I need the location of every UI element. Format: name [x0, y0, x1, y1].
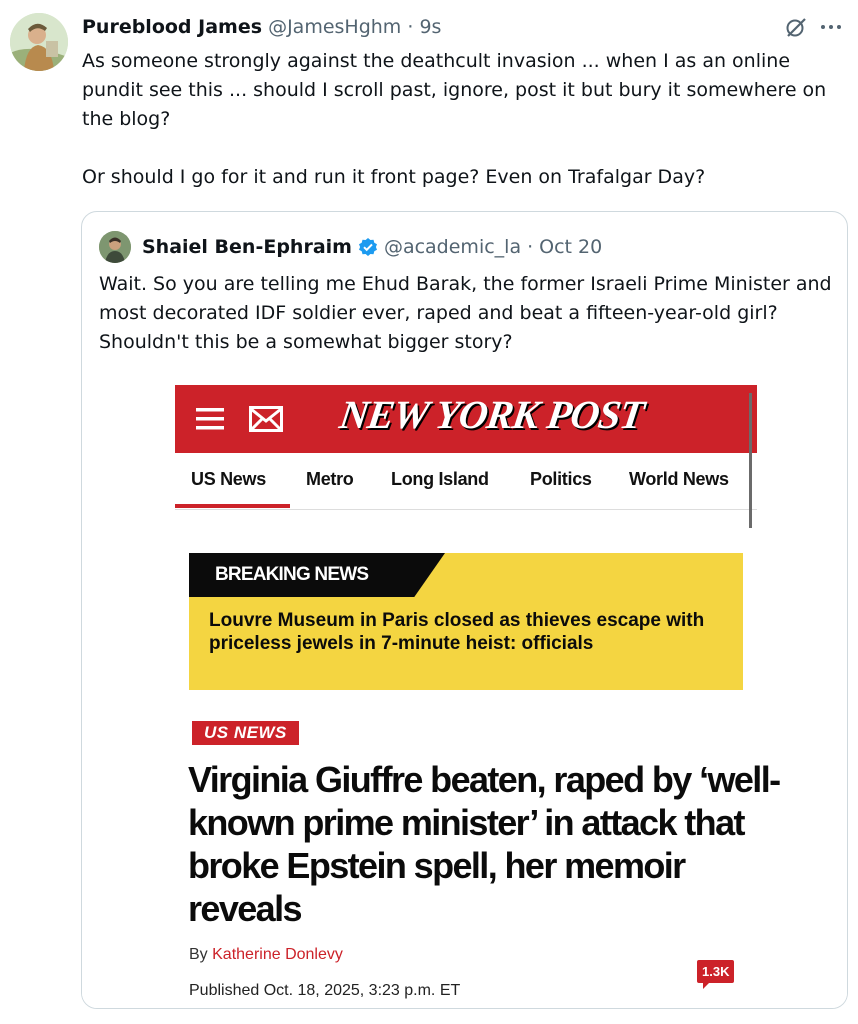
tweet-time[interactable]: 9s [419, 16, 441, 38]
hamburger-menu-icon [196, 407, 224, 435]
mail-icon [249, 406, 283, 436]
article-headline: Virginia Giuffre beaten, raped by ‘well-… [188, 759, 781, 929]
article-screenshot[interactable]: NEW YORK POST US News Metro Long Island … [82, 372, 847, 1008]
quoted-author-name[interactable]: Shaiel Ben-Ephraim [142, 233, 352, 261]
author-handle[interactable]: @JamesHghm [268, 16, 401, 38]
comment-count-badge: 1.3K [697, 960, 735, 989]
quoted-author-avatar[interactable] [99, 231, 131, 263]
byline-prefix: By [189, 946, 208, 963]
quoted-avatar-image [99, 231, 131, 263]
nav-metro: Metro [306, 469, 354, 489]
quoted-date[interactable]: Oct 20 [539, 233, 602, 261]
avatar-image [10, 13, 68, 71]
tweet-text: As someone strongly against the deathcul… [82, 50, 827, 188]
byline-author: Katherine Donlevy [212, 946, 343, 963]
quoted-tweet-card[interactable]: Shaiel Ben-Ephraim @academic_la · Oct 20… [81, 211, 848, 1009]
screenshot-scrollbar [749, 393, 752, 528]
breaking-news-label-text: BREAKING NEWS [215, 564, 369, 585]
quoted-separator: · [527, 236, 534, 258]
nav-long-island: Long Island [391, 469, 489, 489]
breaking-news-text: Louvre Museum in Paris closed as thieves… [209, 610, 705, 654]
article-published-date: Published Oct. 18, 2025, 3:23 p.m. ET [189, 982, 461, 999]
tweet-actions-top [784, 15, 842, 39]
article-byline: By Katherine Donlevy [189, 946, 343, 964]
nyp-nav: US News Metro Long Island Politics World… [175, 453, 757, 510]
grok-icon[interactable] [784, 15, 808, 39]
header-separator: · [407, 16, 414, 38]
section-tag: US NEWS [192, 721, 299, 745]
quoted-tweet-text: Wait. So you are telling me Ehud Barak, … [99, 273, 832, 353]
nyp-header-bar: NEW YORK POST [175, 385, 757, 453]
more-icon[interactable] [820, 15, 842, 39]
author-avatar[interactable] [10, 13, 68, 71]
tweet-header: Pureblood James @JamesHghm · 9s [82, 14, 441, 40]
author-name[interactable]: Pureblood James [82, 16, 262, 38]
quoted-author-handle[interactable]: @academic_la [384, 233, 521, 261]
quoted-header: Shaiel Ben-Ephraim @academic_la · Oct 20 [142, 233, 602, 261]
nav-politics: Politics [530, 469, 592, 489]
breaking-news-box: BREAKING NEWS Louvre Museum in Paris clo… [189, 553, 743, 690]
nav-us-news: US News [191, 469, 266, 489]
nav-active-underline [175, 504, 290, 508]
nyp-masthead: NEW YORK POST [336, 392, 647, 437]
breaking-news-label: BREAKING NEWS [189, 553, 445, 597]
nav-world-news: World News [629, 469, 729, 489]
verified-badge-icon [358, 237, 378, 257]
